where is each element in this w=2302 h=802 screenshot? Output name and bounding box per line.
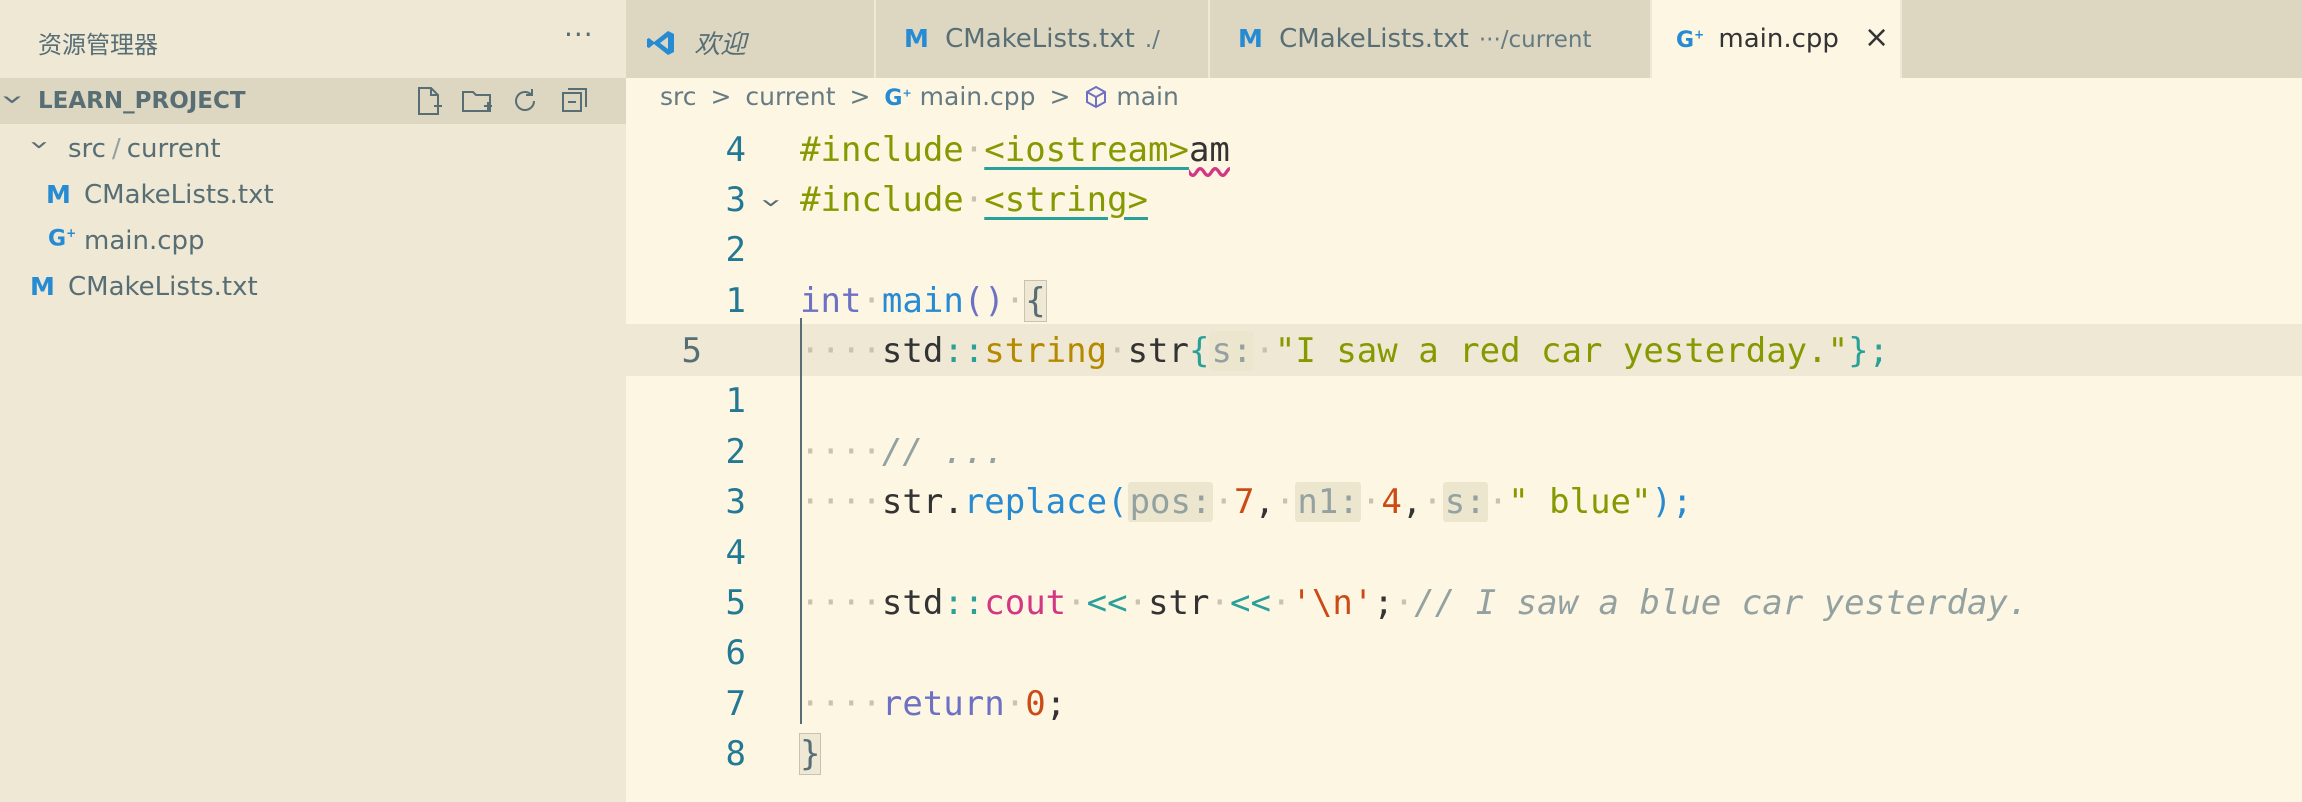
sidebar-header: 资源管理器 ···	[0, 0, 626, 78]
line-number: 6	[725, 633, 746, 673]
line-number: 7	[725, 684, 746, 724]
tab-label: 欢迎	[694, 30, 747, 60]
tab-path: ./	[1144, 27, 1160, 53]
cmake-file-icon: M	[46, 180, 71, 209]
inlay-hint: n1:	[1295, 482, 1361, 522]
refresh-icon[interactable]	[508, 84, 544, 118]
breadcrumb: src > current > G+ main.cpp > main	[660, 82, 1179, 122]
tab-path: ···/current	[1478, 27, 1592, 53]
cpp-file-icon: G+	[884, 86, 912, 111]
line-number: 3	[725, 180, 746, 220]
line-number: 5	[725, 583, 746, 623]
cpp-file-icon: G+	[1676, 27, 1705, 53]
editor-tab-bar: 欢迎 M CMakeLists.txt ./ M CMakeLists.txt ··…	[626, 0, 2302, 78]
close-tab-icon[interactable]: ×	[1864, 20, 1889, 55]
breadcrumb-separator: >	[710, 82, 732, 111]
project-name: LEARN_PROJECT	[38, 88, 246, 114]
breadcrumb-separator: >	[1049, 82, 1071, 111]
breadcrumb-item[interactable]: src	[660, 82, 697, 111]
tab-cmakelists-root[interactable]: M CMakeLists.txt ./	[876, 0, 1210, 78]
chevron-down-icon[interactable]: ›	[0, 94, 37, 105]
line-number: 8	[725, 734, 746, 774]
collapse-all-icon[interactable]	[558, 84, 594, 118]
code-line: int·main()·{	[800, 280, 1047, 322]
new-folder-icon[interactable]	[460, 84, 496, 118]
code-line: }	[798, 733, 822, 775]
more-actions-icon[interactable]: ···	[564, 18, 594, 51]
cpp-file-icon: G+	[48, 226, 77, 252]
code-line: #include·<iostream>am	[800, 130, 1230, 170]
tab-label: main.cpp	[1718, 24, 1839, 54]
tree-file-cmakelists-inner[interactable]: M CMakeLists.txt	[0, 172, 626, 216]
code-line: ····std::cout·<<·str·<<·'\n';·// I saw a…	[800, 583, 2029, 623]
sidebar-title: 资源管理器	[38, 31, 158, 59]
inlay-hint: pos:	[1127, 482, 1214, 522]
breadcrumb-separator: >	[849, 82, 871, 111]
tree-file-label: main.cpp	[84, 226, 205, 256]
breadcrumb-item[interactable]: current	[745, 82, 835, 111]
code-line: ····// ...	[800, 432, 1005, 472]
cmake-file-icon: M	[904, 24, 929, 53]
cmake-file-icon: M	[30, 272, 55, 301]
breadcrumb-item[interactable]: main.cpp	[920, 82, 1036, 111]
code-line: #include·<string>	[800, 180, 1149, 220]
explorer-sidebar: 资源管理器 ··· › LEARN_PROJECT › src/current …	[0, 0, 626, 802]
inlay-hint: s:	[1209, 331, 1255, 371]
code-editor[interactable]: › 4 3 2 1 5 1 2 3 4 5 6 7 8 #include·<io…	[626, 128, 2302, 802]
project-section-header[interactable]: › LEARN_PROJECT	[0, 78, 626, 124]
line-number: 4	[725, 533, 746, 573]
tree-file-label: CMakeLists.txt	[84, 180, 274, 210]
inlay-hint: s:	[1442, 482, 1488, 522]
tree-file-cmakelists-root[interactable]: M CMakeLists.txt	[0, 264, 626, 308]
line-number-current: 5	[681, 331, 702, 371]
tab-main-cpp[interactable]: G+ main.cpp ×	[1652, 0, 1902, 78]
line-number: 3	[725, 482, 746, 522]
tree-folder-src-current[interactable]: › src / current	[0, 126, 626, 170]
tree-file-main-cpp[interactable]: G+ main.cpp	[0, 218, 626, 262]
line-number: 2	[725, 432, 746, 472]
fold-chevron-icon[interactable]: ›	[750, 198, 792, 208]
symbol-cube-icon	[1084, 82, 1108, 111]
tree-file-label: CMakeLists.txt	[68, 272, 258, 302]
tab-welcome[interactable]: 欢迎	[626, 0, 876, 78]
code-line: ····str.replace(pos:·7,·n1:·4,·s:·" blue…	[800, 482, 1693, 522]
vscode-logo-icon	[646, 30, 684, 60]
line-number: 1	[725, 281, 746, 321]
chevron-down-icon[interactable]: ›	[20, 140, 59, 150]
folder-label-src: src	[68, 134, 106, 164]
tab-label: CMakeLists.txt	[1279, 24, 1469, 54]
cmake-file-icon: M	[1238, 24, 1263, 53]
line-number: 2	[725, 230, 746, 270]
tab-label: CMakeLists.txt	[945, 24, 1135, 54]
new-file-icon[interactable]	[412, 84, 448, 118]
code-line-current: ····std::string·str{s:·"I saw a red car …	[800, 331, 1890, 371]
tab-cmakelists-current[interactable]: M CMakeLists.txt ···/current	[1210, 0, 1652, 78]
line-number: 1	[725, 381, 746, 421]
code-line: ····return·0;	[800, 684, 1067, 724]
folder-label-current: current	[126, 134, 221, 164]
line-number: 4	[725, 130, 746, 170]
breadcrumb-item[interactable]: main	[1116, 82, 1178, 111]
